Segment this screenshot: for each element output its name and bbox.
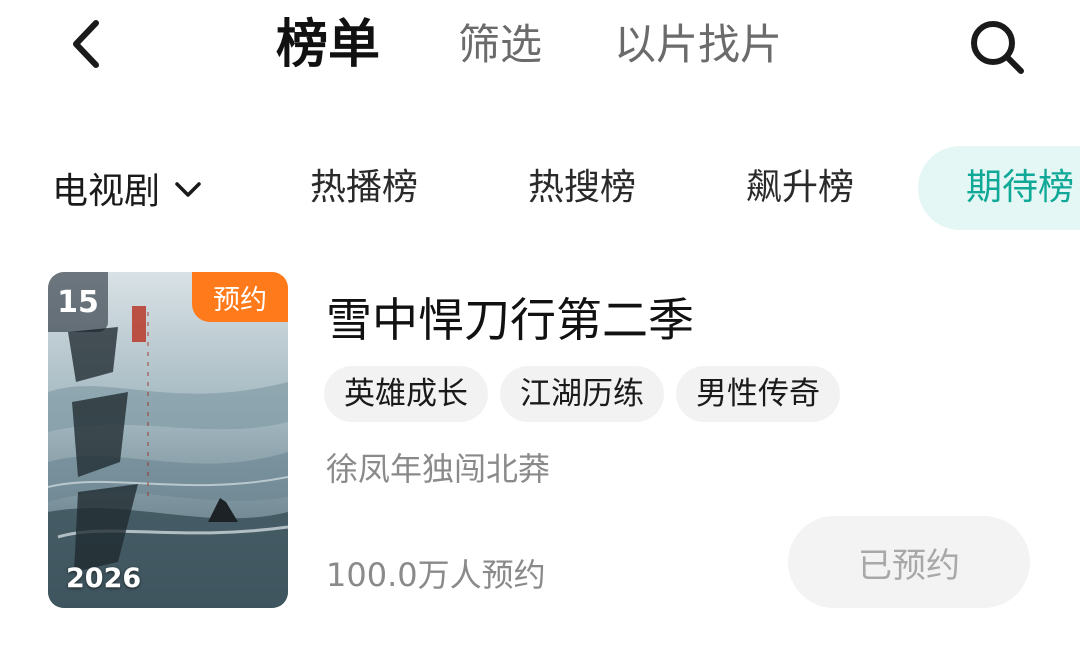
reserve-badge: 预约 — [192, 272, 288, 322]
tab-rising[interactable]: 飙升榜 — [746, 140, 854, 236]
tab-filter[interactable]: 筛选 — [458, 10, 542, 80]
poster-image[interactable]: 15 预约 2026 — [48, 272, 288, 608]
item-title[interactable]: 雪中悍刀行第二季 — [326, 284, 694, 350]
item-description: 徐凤年独闯北莽 — [326, 450, 551, 488]
tab-rankings[interactable]: 榜单 — [276, 10, 380, 80]
tag-chip: 男性传奇 — [676, 366, 840, 422]
back-button[interactable] — [56, 14, 116, 74]
reserved-button[interactable]: 已预约 — [788, 516, 1030, 608]
tab-hot-search[interactable]: 热搜榜 — [528, 140, 636, 236]
tab-anticipated[interactable]: 期待榜 — [918, 146, 1080, 230]
chevron-down-icon — [175, 182, 201, 197]
search-icon — [971, 21, 1024, 74]
reservation-count: 100.0万人预约 — [326, 556, 546, 594]
top-nav-bar: 榜单 筛选 以片找片 — [0, 0, 1080, 90]
rank-filter-bar: 电视剧 热播榜 热搜榜 飙升榜 期待榜 — [0, 140, 1080, 236]
search-button[interactable] — [962, 12, 1032, 82]
tag-list: 英雄成长 江湖历练 男性传奇 — [324, 366, 840, 422]
tab-hot-play[interactable]: 热播榜 — [310, 140, 418, 236]
year-label: 2026 — [66, 563, 142, 594]
category-label: 电视剧 — [52, 171, 161, 212]
list-item[interactable]: 15 预约 2026 雪中悍刀行第二季 英雄成长 江湖历练 男性传奇 徐凤年独闯… — [0, 272, 1080, 622]
tag-chip: 英雄成长 — [324, 366, 488, 422]
category-dropdown[interactable]: 电视剧 — [52, 140, 202, 236]
tab-find-by-film[interactable]: 以片找片 — [614, 10, 782, 80]
tag-chip: 江湖历练 — [500, 366, 664, 422]
rank-badge: 15 — [48, 272, 108, 332]
chevron-left-icon — [73, 20, 99, 68]
